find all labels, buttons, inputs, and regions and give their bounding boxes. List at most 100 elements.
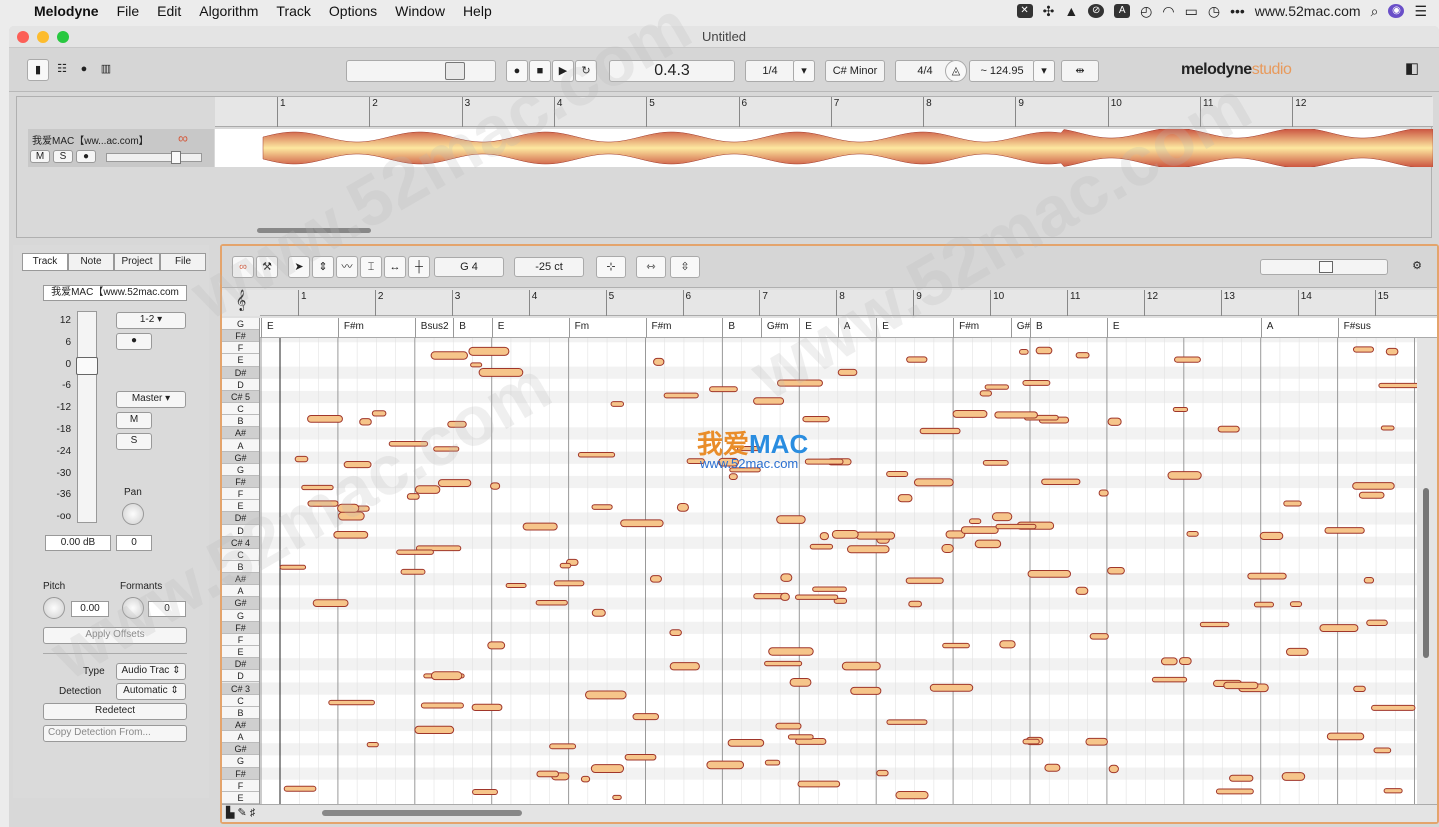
piano-key[interactable]: E	[222, 646, 259, 659]
note-blob[interactable]	[952, 410, 988, 418]
note-blob[interactable]	[1018, 348, 1029, 355]
note-blob[interactable]	[1326, 732, 1365, 741]
note-blob[interactable]	[591, 504, 613, 510]
piano-key[interactable]: G	[222, 755, 259, 768]
note-blob[interactable]	[649, 575, 662, 583]
chord-label[interactable]: G#	[1010, 318, 1030, 338]
note-blob[interactable]	[764, 660, 803, 667]
note-blob[interactable]	[487, 641, 506, 650]
note-blob[interactable]	[1281, 772, 1306, 781]
tempo-sync-icon[interactable]: ⇹	[1061, 60, 1099, 82]
note-blob[interactable]	[1253, 601, 1275, 608]
note-blob[interactable]	[1385, 347, 1399, 356]
note-blob[interactable]	[999, 640, 1016, 649]
note-blob[interactable]	[1098, 489, 1109, 497]
note-blob[interactable]	[1199, 621, 1230, 628]
note-blob[interactable]	[837, 368, 858, 376]
piano-key[interactable]: D	[222, 670, 259, 683]
close-button[interactable]	[17, 31, 29, 43]
formants-value[interactable]: 0	[148, 601, 186, 617]
status-input-icon[interactable]: A	[1114, 4, 1131, 18]
note-blob[interactable]	[1247, 572, 1287, 580]
note-blob[interactable]	[895, 790, 929, 800]
note-blob[interactable]	[559, 562, 572, 569]
editor-settings-gear-icon[interactable]: ⚙	[1406, 256, 1428, 278]
control-center-icon[interactable]: ☰	[1414, 3, 1427, 20]
cents-display[interactable]: -25 ct	[514, 257, 584, 277]
note-blob[interactable]	[591, 608, 606, 617]
chord-label[interactable]: A	[837, 318, 850, 338]
piano-key[interactable]: F#	[222, 330, 259, 343]
note-blob[interactable]	[787, 734, 814, 740]
note-blob[interactable]	[279, 564, 307, 570]
note-blob[interactable]	[406, 493, 420, 500]
note-blob[interactable]	[1085, 737, 1108, 746]
piano-key[interactable]: C# 5	[222, 390, 259, 404]
note-blob[interactable]	[328, 699, 375, 706]
chord-label[interactable]: B	[1030, 318, 1043, 338]
note-blob[interactable]	[1167, 471, 1202, 480]
note-blob[interactable]	[1107, 566, 1125, 575]
note-blob[interactable]	[371, 410, 387, 417]
editor-ruler[interactable]: 1 2 3 4 5 6 7 8 9 10 11 12 13 14 15	[260, 290, 1437, 316]
tab-note[interactable]: Note	[68, 253, 114, 271]
chord-label[interactable]: F#m	[337, 318, 364, 338]
piano-key[interactable]: F#	[222, 767, 259, 780]
piano-key[interactable]: A	[222, 585, 259, 598]
track-header[interactable]: 我爱MAC【ww...ac.com】 M S ● ∞	[28, 129, 214, 167]
piano-key[interactable]: D	[222, 524, 259, 537]
note-grid[interactable]	[260, 338, 1417, 804]
status-bell-icon[interactable]: ▲	[1064, 3, 1078, 19]
note-blob[interactable]	[1035, 346, 1053, 355]
menu-file[interactable]: File	[117, 3, 140, 19]
metronome-icon[interactable]: ◬	[945, 60, 967, 82]
note-blob[interactable]	[995, 523, 1037, 530]
piano-key[interactable]: C	[222, 548, 259, 561]
track-volume-slider[interactable]	[106, 151, 202, 164]
note-blob[interactable]	[913, 478, 954, 487]
note-blob[interactable]	[283, 785, 317, 792]
note-blob[interactable]	[307, 415, 343, 423]
piano-key[interactable]: F	[222, 633, 259, 647]
note-blob[interactable]	[612, 794, 622, 800]
note-blob[interactable]	[709, 386, 738, 393]
note-blob[interactable]	[590, 764, 625, 773]
note-blob[interactable]	[1172, 406, 1189, 412]
note-blob[interactable]	[1022, 738, 1040, 745]
horizontal-scrollbar[interactable]: ▙ ✎ ♯	[222, 804, 1437, 822]
note-blob[interactable]	[301, 484, 334, 491]
note-blob[interactable]	[653, 357, 665, 366]
vertical-scroll-thumb[interactable]	[1423, 488, 1429, 658]
note-blob[interactable]	[809, 543, 834, 550]
note-blob[interactable]	[1160, 657, 1178, 666]
note-blob[interactable]	[776, 379, 823, 387]
note-blob[interactable]	[1363, 576, 1375, 584]
menu-window[interactable]: Window	[395, 3, 445, 19]
inspector-mute-button[interactable]: M	[116, 412, 152, 429]
note-blob[interactable]	[400, 568, 426, 575]
note-blob[interactable]	[420, 702, 464, 709]
apply-offsets-button[interactable]: Apply Offsets	[43, 627, 187, 644]
note-blob[interactable]	[472, 789, 498, 795]
note-blob[interactable]	[797, 780, 841, 788]
note-blob[interactable]	[610, 401, 625, 407]
detection-select[interactable]: Automatic ⇕	[116, 683, 186, 700]
clock-icon[interactable]: ◷	[1208, 3, 1220, 20]
note-blob[interactable]	[536, 770, 559, 778]
note-blob[interactable]	[929, 683, 974, 692]
note-blob[interactable]	[337, 511, 365, 521]
note-blob[interactable]	[974, 539, 1002, 549]
pitch-knob[interactable]	[43, 597, 65, 619]
chord-label[interactable]: E	[876, 318, 889, 338]
note-blob[interactable]	[1352, 482, 1395, 490]
piano-key[interactable]: F	[222, 779, 259, 792]
siri-icon[interactable]: ◉	[1388, 4, 1405, 18]
note-blob[interactable]	[430, 351, 468, 360]
note-blob[interactable]	[876, 769, 889, 777]
note-blob[interactable]	[580, 775, 591, 783]
note-blob[interactable]	[312, 599, 349, 607]
piano-key[interactable]: G#	[222, 743, 259, 756]
output-select[interactable]: 1-2 ▾	[116, 312, 186, 329]
vertical-scrollbar[interactable]	[1417, 338, 1437, 804]
note-blob[interactable]	[780, 592, 790, 601]
